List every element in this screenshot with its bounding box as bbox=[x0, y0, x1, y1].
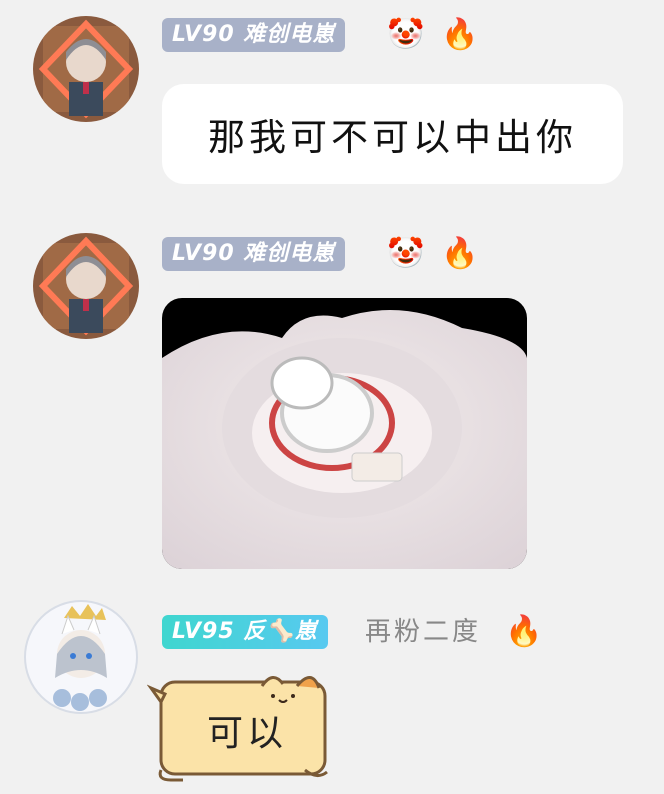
user-level-badge: LV95 反🦴崽 bbox=[162, 615, 328, 649]
user-level-badge: LV90 难创电崽 bbox=[162, 237, 346, 271]
message-bubble[interactable]: 那我可不可以中出你 bbox=[162, 84, 623, 184]
fire-icon: 🔥 bbox=[441, 17, 479, 52]
message-text: 那我可不可以中出你 bbox=[208, 116, 577, 159]
clown-icon: 🤡 bbox=[387, 17, 425, 52]
message-bubble[interactable]: 可以 bbox=[146, 666, 335, 784]
image-message[interactable] bbox=[162, 298, 527, 569]
user-title: 再粉二度 bbox=[365, 617, 482, 647]
user-level-badge: LV90 难创电崽 bbox=[162, 18, 346, 52]
avatar[interactable] bbox=[33, 233, 139, 339]
fire-icon: 🔥 bbox=[441, 236, 479, 271]
avatar[interactable] bbox=[33, 16, 139, 122]
fire-icon: 🔥 bbox=[505, 614, 543, 649]
message-text: 可以 bbox=[207, 713, 288, 754]
clown-icon: 🤡 bbox=[387, 236, 425, 271]
avatar[interactable] bbox=[22, 598, 140, 716]
